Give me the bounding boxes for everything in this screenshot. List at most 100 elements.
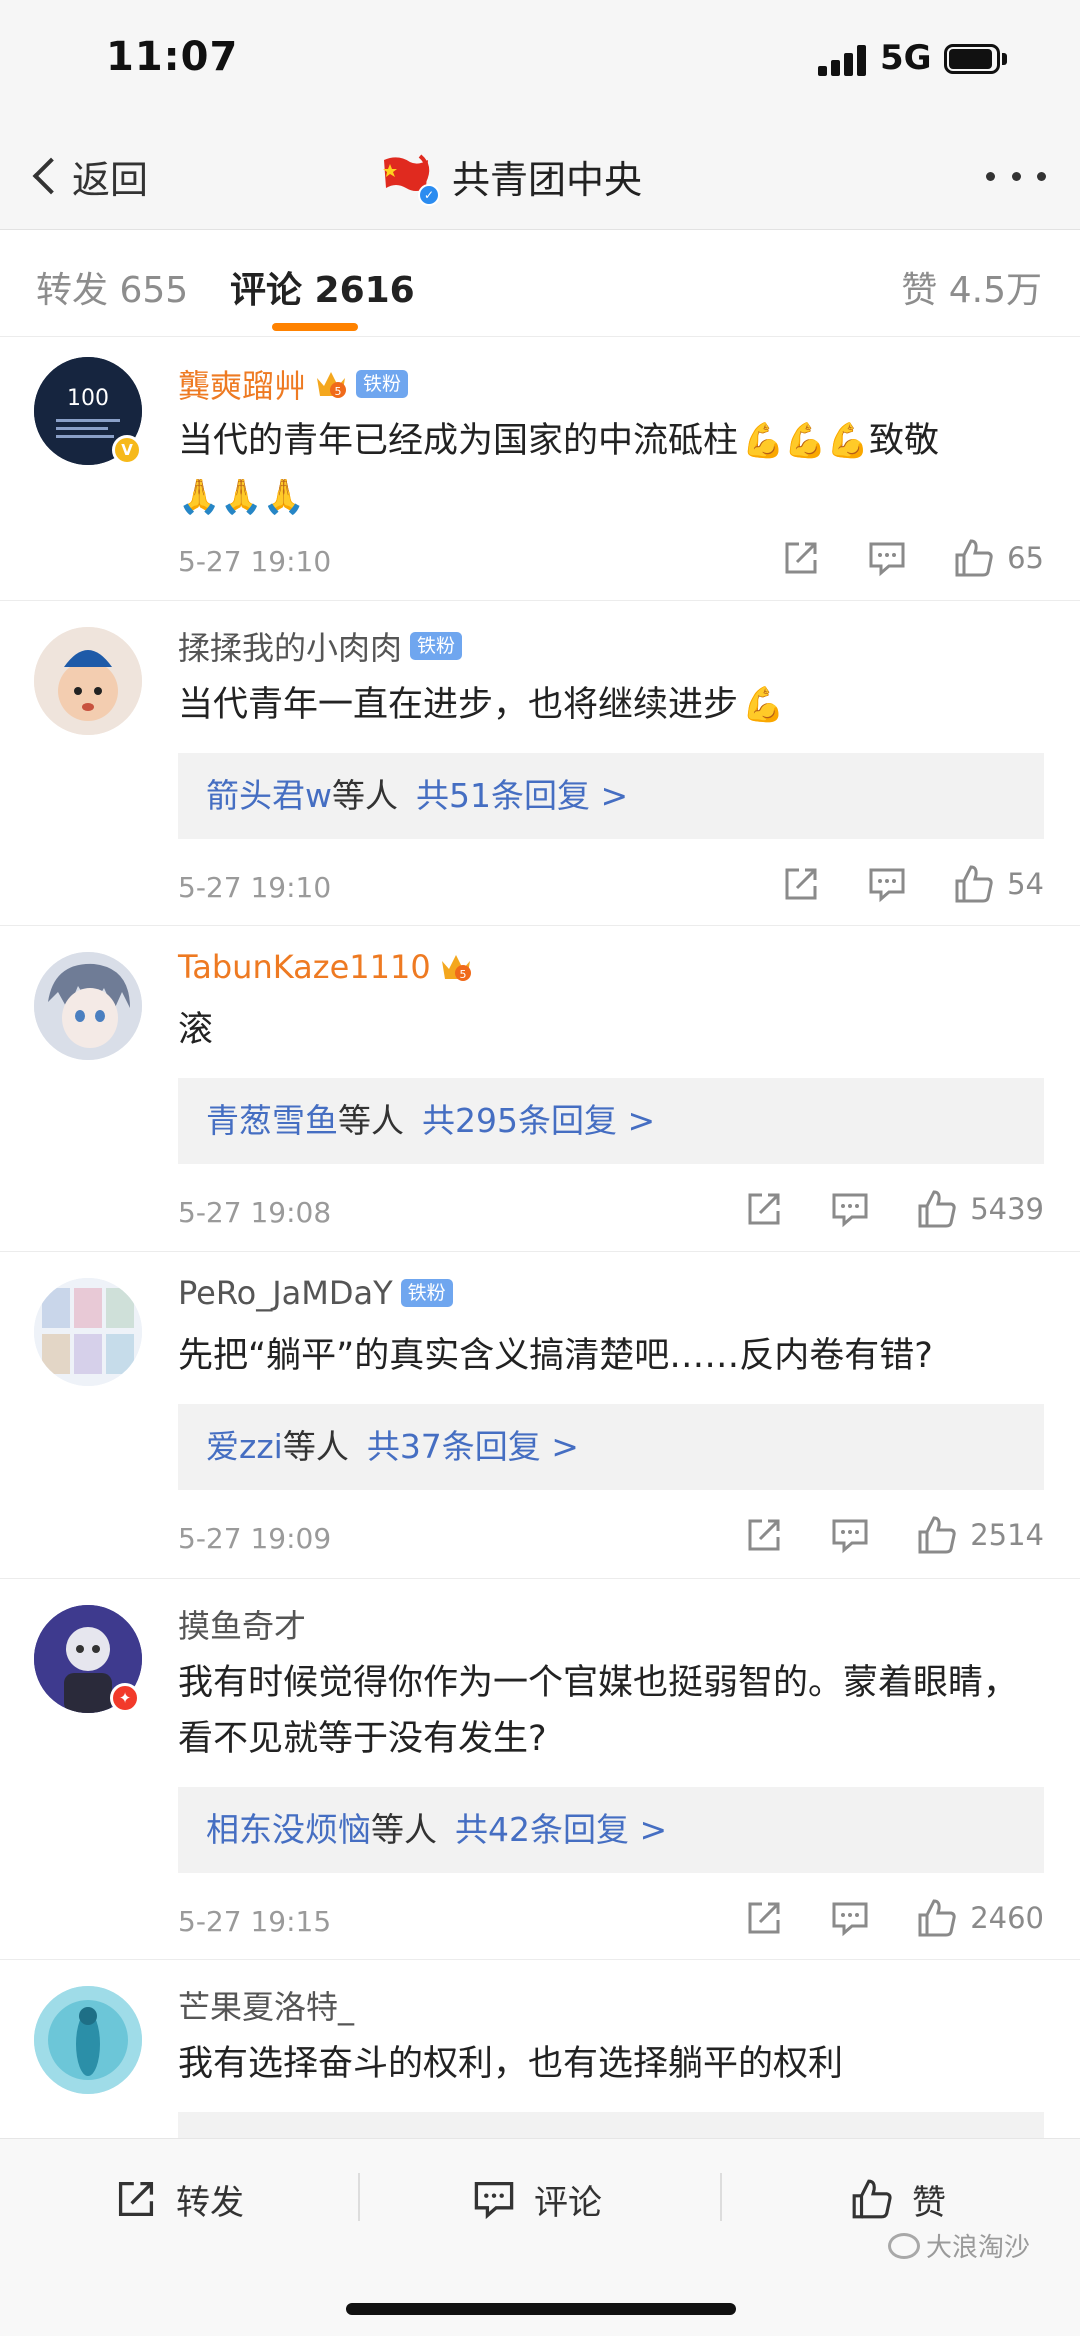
clap-emoji-icon: 🙏🙏🙏 bbox=[178, 477, 306, 517]
reply-etc: 等人 bbox=[282, 1427, 349, 1466]
comment-button[interactable] bbox=[867, 864, 907, 904]
tab-repost[interactable]: 转发 655 bbox=[36, 261, 188, 313]
reply-user[interactable]: 相东没烦恼 bbox=[206, 1810, 371, 1849]
comment-username[interactable]: 芒果夏洛特_ bbox=[178, 1982, 354, 2028]
comment-item: 揉揉我的小肉肉 铁粉 当代青年一直在进步，也将继续进步 💪 箭头君w等人 共51条回… bbox=[0, 601, 1080, 926]
reply-user[interactable]: 青葱雪鱼 bbox=[206, 1101, 338, 1140]
back-chevron-icon bbox=[32, 157, 70, 195]
tab-comment[interactable]: 评论 2616 bbox=[230, 261, 415, 313]
svg-text:5: 5 bbox=[459, 968, 466, 981]
share-button[interactable] bbox=[781, 864, 821, 904]
comment-actions: 5439 bbox=[698, 1186, 1044, 1232]
avatar[interactable] bbox=[34, 1278, 142, 1386]
comment-username-row: 摸鱼奇才 bbox=[178, 1601, 306, 1647]
bottom-like-button[interactable]: 赞 bbox=[850, 2171, 946, 2227]
comment-username[interactable]: 揉揉我的小肉肉 bbox=[178, 623, 402, 669]
like-count: 5439 bbox=[970, 1192, 1044, 1226]
nav-account[interactable]: ✓ 共青团中央 bbox=[380, 146, 642, 206]
comment-button[interactable] bbox=[830, 1898, 870, 1938]
comment-time: 5-27 19:08 bbox=[178, 1196, 332, 1229]
battery-icon bbox=[944, 44, 1000, 74]
thumbs-up-icon bbox=[955, 865, 993, 903]
reply-user[interactable]: 爱zzi bbox=[206, 1427, 283, 1466]
comment-username-row: 龔奭蹓艸 5 铁粉 bbox=[178, 361, 409, 407]
comment-username[interactable]: PeRo_JaMDaY bbox=[178, 1274, 393, 1312]
comment-icon bbox=[869, 542, 905, 577]
verified-badge-icon: V bbox=[112, 435, 142, 465]
comment-icon bbox=[869, 868, 905, 903]
home-indicator[interactable] bbox=[346, 2303, 736, 2315]
share-button[interactable] bbox=[781, 538, 821, 578]
fan-badge: 铁粉 bbox=[410, 632, 463, 660]
share-icon bbox=[748, 1193, 780, 1225]
comment-button[interactable] bbox=[830, 1515, 870, 1555]
like-button[interactable]: 5439 bbox=[916, 1188, 1044, 1230]
like-button[interactable]: 2514 bbox=[916, 1514, 1044, 1556]
like-button[interactable]: 54 bbox=[953, 863, 1044, 905]
reply-link[interactable]: 共295条回复 > bbox=[422, 1101, 655, 1140]
page-title: 共青团中央 bbox=[452, 157, 643, 202]
reply-link[interactable]: 共51条回复 > bbox=[416, 776, 628, 815]
reply-summary[interactable]: 相东没烦恼等人 共42条回复 > bbox=[178, 1787, 1044, 1873]
comment-username[interactable]: 龔奭蹓艸 bbox=[178, 361, 306, 407]
battery-tip bbox=[1002, 53, 1007, 65]
comment-item: 100 V 龔奭蹓艸 5 铁粉 当代的青年已经成为国家的中流砥柱 💪💪💪致敬 🙏🙏… bbox=[0, 337, 1080, 601]
reply-link[interactable]: 共42条回复 > bbox=[455, 1810, 667, 1849]
like-button[interactable]: 2460 bbox=[916, 1897, 1044, 1939]
flag-logo-icon: ✓ bbox=[380, 152, 440, 206]
bottom-repost-label: 转发 bbox=[176, 2182, 244, 2223]
comment-username-row: 揉揉我的小肉肉 铁粉 bbox=[178, 623, 463, 669]
comment-icon bbox=[832, 1902, 868, 1937]
divider bbox=[358, 2173, 360, 2221]
comment-button[interactable] bbox=[830, 1189, 870, 1229]
comment-icon bbox=[474, 2181, 514, 2220]
thumbs-up-icon bbox=[852, 2179, 892, 2219]
comment-item: TabunKaze1110 5 滚 青葱雪鱼等人 共295条回复 > 5-27 1… bbox=[0, 926, 1080, 1252]
comment-text-tail: 致敬 bbox=[869, 421, 940, 461]
share-button[interactable] bbox=[744, 1189, 784, 1229]
reply-link[interactable]: 共37条回复 > bbox=[367, 1427, 579, 1466]
avatar[interactable] bbox=[34, 952, 142, 1060]
comment-text: 先把“躺平”的真实含义搞清楚吧……反内卷有错? bbox=[178, 1336, 933, 1376]
back-label: 返回 bbox=[72, 157, 149, 202]
share-icon bbox=[748, 1519, 780, 1551]
divider bbox=[720, 2173, 722, 2221]
tab-bar: 转发 655 评论 2616 赞 4.5万 bbox=[0, 231, 1080, 337]
like-count: 2514 bbox=[970, 1518, 1044, 1552]
bottom-like-label: 赞 bbox=[912, 2182, 946, 2223]
comment-item: PeRo_JaMDaY 铁粉 先把“躺平”的真实含义搞清楚吧……反内卷有错? 爱… bbox=[0, 1252, 1080, 1579]
bottom-comment-button[interactable]: 评论 bbox=[472, 2171, 602, 2227]
comment-username-row: 芒果夏洛特_ bbox=[178, 1982, 354, 2028]
like-button[interactable]: 65 bbox=[953, 537, 1044, 579]
svg-text:100: 100 bbox=[67, 386, 109, 411]
comment-username[interactable]: 摸鱼奇才 bbox=[178, 1601, 306, 1647]
reply-summary[interactable]: 箭头君w等人 共51条回复 > bbox=[178, 753, 1044, 839]
reply-user[interactable]: 箭头君w bbox=[206, 776, 332, 815]
member-badge-icon: ✦ bbox=[110, 1683, 140, 1713]
more-icon[interactable] bbox=[986, 166, 1046, 186]
avatar[interactable] bbox=[34, 627, 142, 735]
tab-active-indicator bbox=[272, 323, 358, 331]
network-label: 5G bbox=[880, 38, 932, 78]
share-icon bbox=[748, 1902, 780, 1934]
comment-time: 5-27 19:10 bbox=[178, 871, 332, 904]
watermark-text: 大浪淘沙 bbox=[926, 2233, 1031, 2263]
thumbs-up-icon bbox=[918, 1516, 956, 1554]
avatar[interactable] bbox=[34, 1986, 142, 2094]
comment-username[interactable]: TabunKaze1110 bbox=[178, 948, 431, 986]
back-button[interactable]: 返回 bbox=[26, 148, 148, 204]
comment-button[interactable] bbox=[867, 538, 907, 578]
thumbs-up-icon bbox=[918, 1190, 956, 1228]
share-button[interactable] bbox=[744, 1898, 784, 1938]
like-count: 65 bbox=[1007, 541, 1044, 575]
share-icon bbox=[785, 868, 817, 900]
reply-summary-partial bbox=[178, 2112, 1044, 2138]
reply-summary[interactable]: 爱zzi等人 共37条回复 > bbox=[178, 1404, 1044, 1490]
bottom-repost-button[interactable]: 转发 bbox=[114, 2171, 244, 2227]
share-button[interactable] bbox=[744, 1515, 784, 1555]
comment-icon bbox=[832, 1193, 868, 1228]
comment-time: 5-27 19:15 bbox=[178, 1905, 332, 1938]
reply-etc: 等人 bbox=[332, 776, 398, 815]
reply-summary[interactable]: 青葱雪鱼等人 共295条回复 > bbox=[178, 1078, 1044, 1164]
tab-like[interactable]: 赞 4.5万 bbox=[901, 261, 1042, 313]
